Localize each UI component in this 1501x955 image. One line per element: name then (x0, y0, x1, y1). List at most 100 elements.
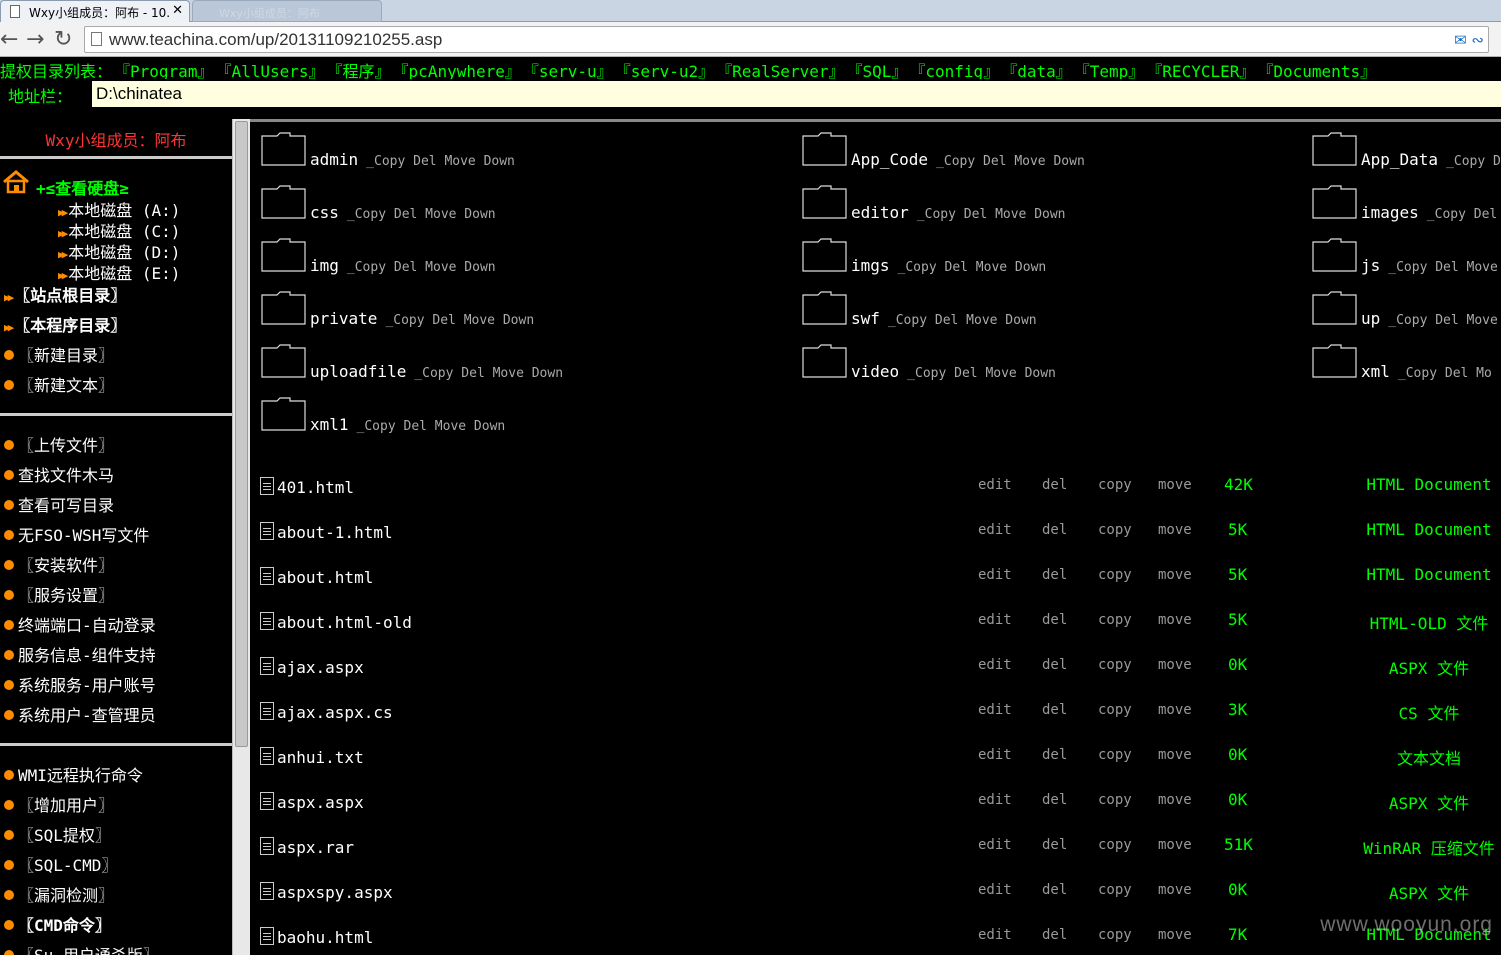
file-copy-link[interactable]: copy (1098, 927, 1132, 943)
priv-dir-link[interactable]: 『Program』 (122, 62, 213, 79)
file-move-link[interactable]: move (1158, 837, 1192, 853)
file-del-link[interactable]: del (1042, 477, 1067, 493)
url-field[interactable]: www.teachina.com/up/20131109210255.asp ✉… (84, 26, 1489, 53)
priv-dir-link[interactable]: 『Temp』 (1082, 62, 1145, 79)
sidebar-menu-item[interactable]: 〖新建文本〗 (4, 372, 114, 396)
file-name[interactable]: aspx.rar (277, 838, 354, 857)
folder-name[interactable]: private _Copy Del Move Down (310, 309, 534, 328)
tab-inactive[interactable]: Wxy小组成员：阿布 (192, 0, 382, 22)
file-name[interactable]: 401.html (277, 478, 354, 497)
sidebar-menu-item[interactable]: 终端端口-自动登录 (4, 612, 156, 636)
file-edit-link[interactable]: edit (978, 882, 1012, 898)
folder-name[interactable]: App_Code _Copy Del Move Down (851, 150, 1085, 169)
file-copy-link[interactable]: copy (1098, 612, 1132, 628)
folder-name[interactable]: editor _Copy Del Move Down (851, 203, 1066, 222)
sidebar-menu-item[interactable]: 〖新建目录〗 (4, 342, 114, 366)
file-del-link[interactable]: del (1042, 522, 1067, 538)
view-drives-link[interactable]: +≤查看硬盘≥ (36, 175, 129, 199)
file-copy-link[interactable]: copy (1098, 657, 1132, 673)
scrollbar-thumb[interactable] (235, 121, 248, 747)
file-copy-link[interactable]: copy (1098, 702, 1132, 718)
folder-name[interactable]: swf _Copy Del Move Down (851, 309, 1037, 328)
folder-actions[interactable]: _Copy Del Move Down (888, 313, 1037, 328)
file-move-link[interactable]: move (1158, 927, 1192, 943)
priv-dir-link[interactable]: 『serv-u2』 (623, 62, 714, 79)
sidebar-menu-item[interactable]: 〖增加用户〗 (4, 792, 114, 816)
priv-dir-link[interactable]: 『程序』 (335, 62, 391, 79)
sidebar-menu-item[interactable]: 系统用户-查管理员 (4, 702, 156, 726)
location-input[interactable] (92, 81, 1501, 107)
file-move-link[interactable]: move (1158, 567, 1192, 583)
file-copy-link[interactable]: copy (1098, 837, 1132, 853)
file-edit-link[interactable]: edit (978, 792, 1012, 808)
file-edit-link[interactable]: edit (978, 612, 1012, 628)
folder-actions[interactable]: _Copy Del Move (1388, 260, 1498, 275)
file-name[interactable]: ajax.aspx.cs (277, 703, 393, 722)
file-edit-link[interactable]: edit (978, 702, 1012, 718)
priv-dir-link[interactable]: 『RealServer』 (724, 62, 844, 79)
folder-name[interactable]: admin _Copy Del Move Down (310, 150, 515, 169)
extension-icons[interactable]: ✉ ∾ (1454, 31, 1484, 49)
forward-icon[interactable]: → (26, 27, 44, 52)
file-del-link[interactable]: del (1042, 882, 1067, 898)
file-edit-link[interactable]: edit (978, 477, 1012, 493)
folder-name[interactable]: imgs _Copy Del Move Down (851, 256, 1046, 275)
sidebar-menu-item[interactable]: WMI远程执行命令 (4, 762, 143, 786)
priv-dir-link[interactable]: 『pcAnywhere』 (401, 62, 521, 79)
sidebar-menu-item[interactable]: 〖Su-用户通杀版〗 (4, 942, 159, 955)
folder-name[interactable]: App_Data _Copy D (1361, 150, 1501, 169)
folder-actions[interactable]: _Copy Del Move Down (385, 313, 534, 328)
sidebar-menu-item[interactable]: 〖服务设置〗 (4, 582, 114, 606)
file-move-link[interactable]: move (1158, 747, 1192, 763)
folder-name[interactable]: xml _Copy Del Mo (1361, 362, 1492, 381)
folder-actions[interactable]: _Copy D (1446, 154, 1501, 169)
sidebar-menu-item[interactable]: 〖CMD命令〗 (4, 912, 111, 936)
file-name[interactable]: about.html-old (277, 613, 412, 632)
file-edit-link[interactable]: edit (978, 747, 1012, 763)
folder-name[interactable]: xml1 _Copy Del Move Down (310, 415, 505, 434)
file-name[interactable]: baohu.html (277, 928, 373, 947)
file-move-link[interactable]: move (1158, 702, 1192, 718)
priv-dir-link[interactable]: 『data』 (1009, 62, 1072, 79)
file-copy-link[interactable]: copy (1098, 747, 1132, 763)
reload-icon[interactable]: ↻ (54, 27, 72, 52)
sidebar-menu-item[interactable]: 〖上传文件〗 (4, 432, 114, 456)
back-icon[interactable]: ← (0, 27, 18, 52)
file-move-link[interactable]: move (1158, 522, 1192, 538)
file-del-link[interactable]: del (1042, 792, 1067, 808)
file-del-link[interactable]: del (1042, 612, 1067, 628)
sidebar-menu-item[interactable]: 〖漏洞检测〗 (4, 882, 114, 906)
close-icon[interactable]: ✕ (172, 3, 183, 18)
folder-actions[interactable]: _Copy Del Move Down (907, 366, 1056, 381)
file-copy-link[interactable]: copy (1098, 522, 1132, 538)
folder-actions[interactable]: _Copy Del Move Down (936, 154, 1085, 169)
folder-actions[interactable]: _Copy Del Move Down (917, 207, 1066, 222)
sidebar-menu-item[interactable]: 〖安装软件〗 (4, 552, 114, 576)
folder-actions[interactable]: _Copy Del Move Down (898, 260, 1047, 275)
folder-name[interactable]: images _Copy Del (1361, 203, 1497, 222)
priv-dir-link[interactable]: 『config』 (917, 62, 999, 79)
folder-name[interactable]: uploadfile _Copy Del Move Down (310, 362, 563, 381)
folder-name[interactable]: js _Copy Del Move (1361, 256, 1498, 275)
file-name[interactable]: aspx.aspx (277, 793, 364, 812)
priv-dir-link[interactable]: 『RECYCLER』 (1154, 62, 1255, 79)
folder-actions[interactable]: _Copy Del Move Down (347, 207, 496, 222)
file-move-link[interactable]: move (1158, 792, 1192, 808)
priv-dir-link[interactable]: 『Documents』 (1265, 62, 1376, 79)
file-edit-link[interactable]: edit (978, 927, 1012, 943)
folder-name[interactable]: video _Copy Del Move Down (851, 362, 1056, 381)
sidebar-menu-item[interactable]: ▶▶ 〖站点根目录〗 (4, 282, 126, 306)
file-name[interactable]: ajax.aspx (277, 658, 364, 677)
file-copy-link[interactable]: copy (1098, 792, 1132, 808)
folder-actions[interactable]: _Copy Del Move Down (414, 366, 563, 381)
priv-dir-link[interactable]: 『serv-u』 (531, 62, 613, 79)
file-del-link[interactable]: del (1042, 747, 1067, 763)
sidebar-menu-item[interactable]: 查看可写目录 (4, 492, 114, 516)
file-move-link[interactable]: move (1158, 882, 1192, 898)
file-move-link[interactable]: move (1158, 612, 1192, 628)
drive-link[interactable]: ▶▶ 本地磁盘 (E:) (58, 260, 180, 284)
file-edit-link[interactable]: edit (978, 837, 1012, 853)
file-edit-link[interactable]: edit (978, 657, 1012, 673)
sidebar-menu-item[interactable]: 〖SQL提权〗 (4, 822, 111, 846)
priv-dir-link[interactable]: 『AllUsers』 (223, 62, 324, 79)
